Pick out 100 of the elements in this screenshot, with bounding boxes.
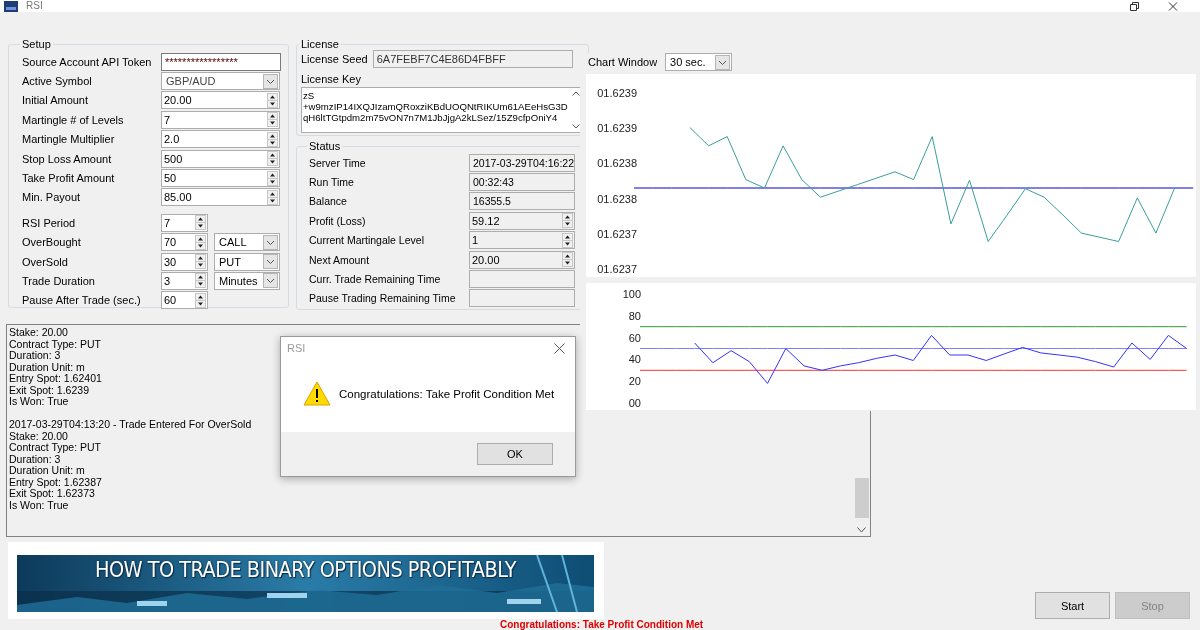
field-label: Run Time (309, 176, 355, 189)
dropdown[interactable]: CALL (214, 233, 280, 252)
axis-tick-label: 80 (628, 309, 641, 322)
field-label: OverBought (22, 236, 82, 249)
group-title: License (300, 38, 340, 50)
field-label: Take Profit Amount (22, 172, 116, 185)
log-line: Duration: 3 (9, 350, 61, 362)
field-label: Curr. Trade Remaining Time (309, 273, 442, 286)
window-title: RSI (26, 1, 43, 11)
axis-tick-label: 100 (622, 288, 641, 300)
dialog-title: RSI (287, 342, 306, 354)
log-line: Exit Spot: 1.62373 (9, 488, 95, 500)
log-line: Contract Type: PUT (9, 338, 101, 350)
spin-box[interactable]: 50 (161, 169, 280, 188)
spin-box[interactable]: 60 (161, 291, 208, 310)
log-line: Contract Type: PUT (9, 442, 101, 454)
spin-box[interactable]: 7 (161, 213, 208, 232)
field-label: Next Amount (309, 253, 371, 266)
field-label: Pause After Trade (sec.) (22, 294, 142, 307)
scroll-down-icon[interactable] (571, 124, 580, 129)
start-button[interactable]: Start (1035, 592, 1110, 619)
spin-arrows-icon[interactable] (562, 252, 573, 268)
log-line: Duration Unit: m (9, 465, 85, 477)
text-field[interactable]: 6A7FEBF7C4E86D4FBFF (372, 50, 573, 68)
spin-arrows-icon[interactable] (195, 292, 206, 308)
log-line: Is Won: True (9, 396, 69, 408)
spin-arrows-icon[interactable] (562, 232, 573, 248)
spin-box[interactable]: 20.00 (469, 250, 575, 269)
status-message: Congratulations: Take Profit Condition Met (500, 619, 704, 630)
spin-box[interactable]: 20.00 (161, 91, 280, 110)
field-label: Trade Duration (22, 275, 96, 287)
log-line: Entry Spot: 1.62387 (9, 476, 102, 488)
spin-arrows-icon[interactable] (267, 189, 278, 205)
log-line: Exit Spot: 1.6239 (9, 384, 89, 396)
dropdown[interactable]: 30 sec. (665, 53, 733, 71)
field-label: Profit (Loss) (309, 214, 367, 227)
log-line: Duration Unit: m (9, 361, 85, 373)
axis-tick-label: 01.6238 (597, 157, 637, 170)
spin-arrows-icon[interactable] (267, 151, 278, 167)
log-line: 2017-03-29T04:13:20 - Trade Entered For OverSold (9, 419, 252, 431)
field-label: Current Martingale Level (309, 234, 425, 247)
spin-box[interactable]: 30 (161, 252, 208, 271)
axis-tick-label: 01.6237 (597, 227, 637, 240)
spin-arrows-icon[interactable] (195, 215, 206, 231)
log-line: Is Won: True (9, 499, 69, 511)
spin-arrows-icon[interactable] (267, 131, 278, 147)
key-text-line: qH6ltTGtpdm2m75vON7n7M1JbJjgA2kLSez/15Z9cfpOniY4 (303, 112, 559, 123)
axis-tick-label: 20 (628, 375, 641, 388)
spin-arrows-icon[interactable] (195, 273, 206, 289)
field-label: License Seed (301, 53, 368, 65)
spin-arrows-icon[interactable] (267, 170, 278, 186)
dropdown[interactable]: GBP/AUD (161, 72, 280, 91)
key-text-line: zS (303, 90, 316, 101)
spin-box[interactable]: 85.00 (161, 188, 280, 207)
axis-tick-label: 60 (628, 331, 641, 344)
spin-box[interactable]: 1 (469, 231, 575, 250)
axis-tick-label: 01.6237 (597, 263, 637, 275)
log-line: Entry Spot: 1.62401 (9, 373, 102, 385)
dropdown[interactable]: Minutes (214, 272, 280, 290)
field-label: Server Time (309, 156, 367, 169)
axis-tick-label: 01.6239 (597, 122, 637, 135)
field-label: Min. Payout (22, 191, 82, 204)
log-line: Duration: 3 (9, 453, 61, 465)
log-line: Stake: 20.00 (9, 327, 68, 339)
field-label: Balance (309, 195, 348, 208)
spin-arrows-icon[interactable] (195, 254, 206, 270)
spin-box[interactable]: 70 (161, 233, 208, 252)
spin-box[interactable]: 7 (161, 110, 280, 129)
dropdown[interactable]: PUT (214, 252, 280, 271)
scroll-up-icon[interactable] (571, 91, 580, 96)
spin-box[interactable]: 3 (161, 272, 208, 290)
text-field[interactable]: ***************** (161, 52, 281, 71)
key-text-line: +w9mzIP14IXQJIzamQRoxziKBdUOQNtRIKUm61AEeHsG3D (303, 101, 568, 112)
axis-tick-label: 40 (628, 353, 641, 366)
field-label: Chart Window (588, 56, 658, 68)
app-icon (4, 0, 18, 12)
field-label: Pause Trading Remaining Time (309, 292, 457, 305)
axis-tick-label: 01.6239 (597, 87, 637, 99)
spin-arrows-icon[interactable] (267, 112, 278, 128)
warning-icon (303, 381, 331, 406)
close-icon[interactable] (554, 342, 565, 354)
field-label: Active Symbol (22, 75, 93, 88)
spin-box[interactable]: 2.0 (161, 130, 280, 149)
group-title: Setup (21, 38, 52, 50)
scroll-down-icon[interactable] (857, 527, 866, 533)
restore-icon[interactable] (1130, 1, 1140, 11)
field-label: Initial Amount (22, 94, 90, 107)
spin-box[interactable]: 59.12 (469, 211, 575, 230)
scrollbar-thumb[interactable] (854, 478, 869, 518)
spin-arrows-icon[interactable] (562, 213, 573, 229)
axis-tick-label: 01.6238 (597, 192, 637, 205)
field-label: OverSold (22, 255, 69, 268)
spin-box[interactable]: 500 (161, 149, 280, 168)
field-label: RSI Period (22, 216, 77, 229)
ok-button[interactable]: OK (477, 443, 553, 465)
field-label: License Key (301, 73, 362, 85)
spin-arrows-icon[interactable] (195, 234, 206, 250)
group-title: Status (308, 140, 342, 152)
spin-arrows-icon[interactable] (267, 92, 278, 108)
field-label: Stop Loss Amount (22, 152, 113, 165)
